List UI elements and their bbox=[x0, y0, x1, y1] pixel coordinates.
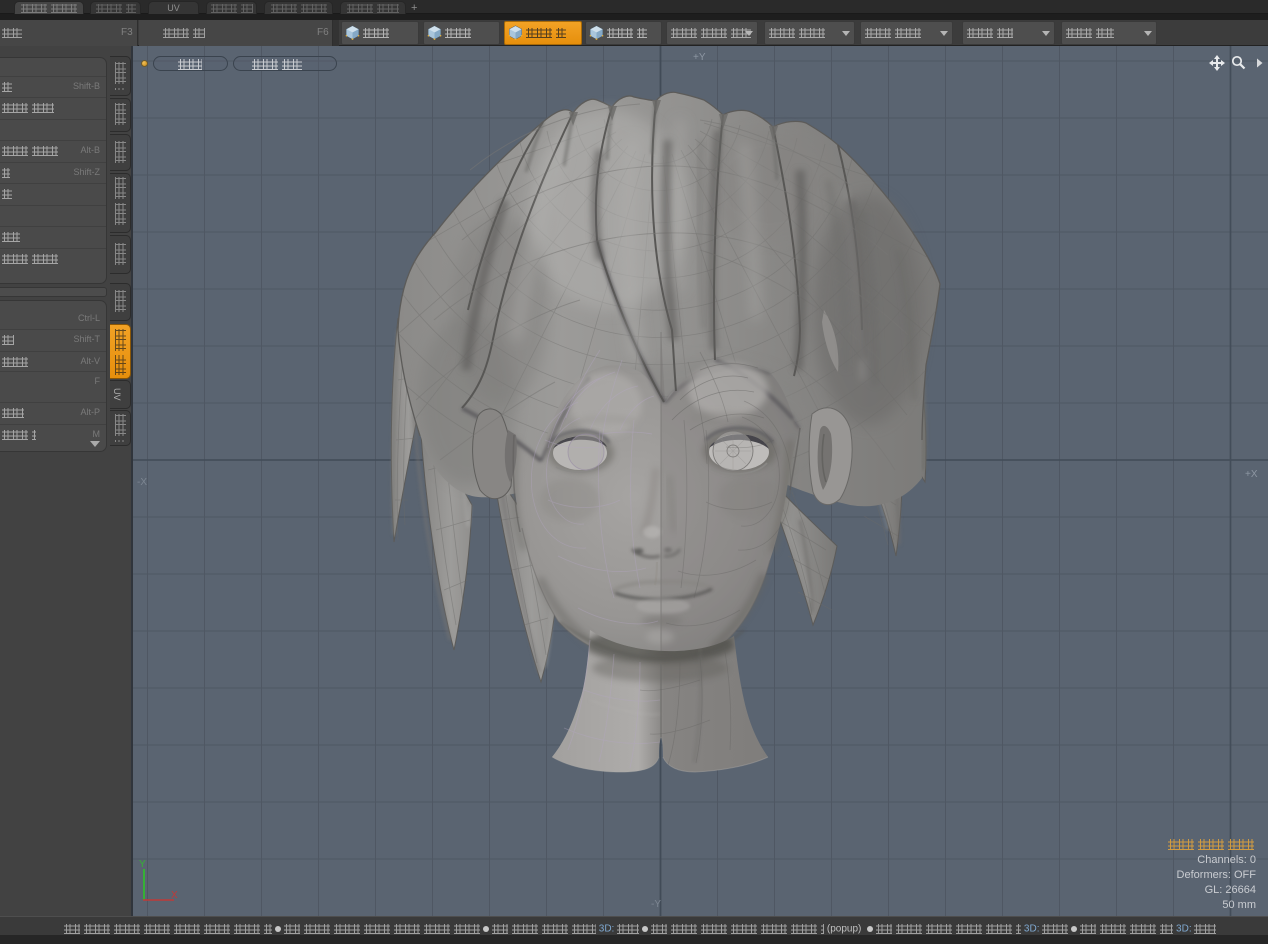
svg-text:X: X bbox=[171, 890, 178, 901]
svg-text:Y: Y bbox=[139, 859, 146, 870]
